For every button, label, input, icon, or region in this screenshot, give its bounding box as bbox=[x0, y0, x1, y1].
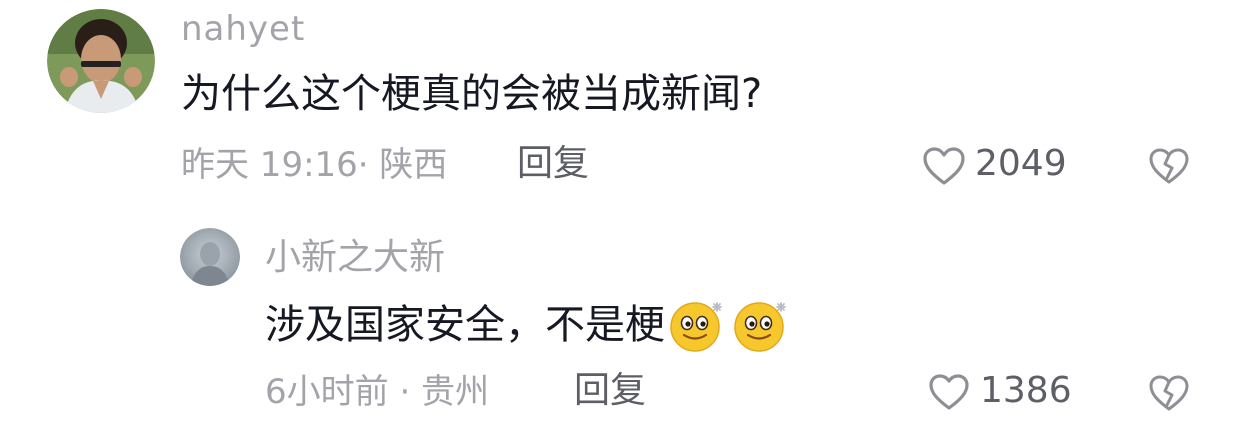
comment-time: 6小时前 bbox=[265, 372, 389, 412]
comment-text: 涉及国家安全，不是梗 bbox=[265, 298, 791, 352]
comment-time: 昨天 19:16 bbox=[181, 145, 358, 185]
smiling-face-emoji bbox=[731, 297, 791, 353]
meta-separator: · bbox=[399, 372, 411, 412]
heart-outline-icon[interactable] bbox=[922, 146, 966, 186]
broken-heart-icon[interactable] bbox=[1148, 147, 1190, 185]
avatar[interactable] bbox=[47, 9, 155, 113]
comment-meta: 6小时前 · 贵州 bbox=[265, 375, 489, 409]
heart-outline-icon[interactable] bbox=[928, 373, 970, 411]
comment-username[interactable]: 小新之大新 bbox=[265, 240, 445, 276]
meta-separator: · bbox=[357, 145, 369, 185]
comment-location: 陕西 bbox=[379, 145, 448, 185]
comment-text-body: 涉及国家安全，不是梗 bbox=[265, 302, 665, 348]
avatar[interactable] bbox=[180, 228, 240, 286]
broken-heart-icon[interactable] bbox=[1148, 374, 1190, 412]
reply-button[interactable]: 回复 bbox=[574, 373, 646, 409]
like-count: 1386 bbox=[980, 370, 1072, 411]
like-count: 2049 bbox=[975, 143, 1067, 184]
reply-button[interactable]: 回复 bbox=[517, 146, 589, 182]
smiling-face-emoji bbox=[667, 297, 727, 353]
comment-meta: 昨天 19:16· 陕西 bbox=[181, 148, 447, 182]
comment-location: 贵州 bbox=[421, 372, 490, 412]
comment-text: 为什么这个梗真的会被当成新闻? bbox=[181, 71, 763, 117]
comment-username[interactable]: nahyet bbox=[181, 12, 305, 46]
